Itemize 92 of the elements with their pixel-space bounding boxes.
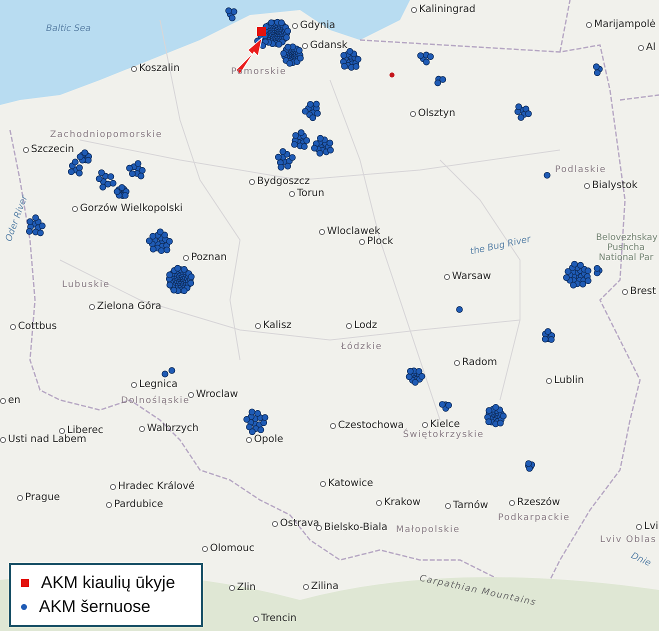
city-label: Wloclawek [327,226,380,237]
case-dot-cluster [594,265,602,276]
city-label: Katowice [328,478,374,489]
city-label: Cottbus [18,321,57,332]
city-label: Torun [297,188,324,199]
region-label: Podkarpackie [498,514,570,524]
case-dot-cluster [68,158,83,176]
case-dot-cluster [162,367,176,378]
case-dot-cluster [484,404,507,428]
city-label: Koszalin [139,63,180,74]
region-label: Dolnośląskie [121,397,190,407]
city-label: Szczecin [31,144,74,155]
city-label: Gdynia [300,20,336,31]
city-label: Warsaw [452,271,492,282]
city-label: Lodz [354,320,378,331]
case-dot-cluster [434,76,446,86]
city-label: Trencin [261,613,297,624]
case-dot-cluster [514,103,532,121]
city-label: Czestochowa [338,420,404,431]
city-label: Kielce [430,419,460,430]
case-dot-cluster [438,401,452,412]
case-dot-cluster [542,328,556,343]
city-label: Gorzów Wielkopolski [80,203,183,214]
city-label: Tarnów [453,500,488,511]
case-dot-cluster [26,214,46,236]
case-dot-cluster [456,306,463,313]
case-dot-cluster [544,172,550,179]
legend-label: AKM kiaulių ūkyje [41,573,176,593]
farm-case-marker [257,27,266,36]
region-label: Świętokrzyskie [403,431,484,441]
city-label: Al [646,42,656,53]
region-label: Pomorskie [231,68,287,78]
water-label: Baltic Sea [46,25,91,35]
case-dot-cluster [166,264,195,294]
region-label: Zachodniopomorskie [50,131,162,141]
city-label: Prague [25,492,60,503]
city-label: Poznan [191,252,227,263]
city-label: Rzeszów [517,497,560,508]
case-dot-cluster [146,228,173,254]
city-label: Wroclaw [196,389,238,400]
city-label: Kalisz [263,320,292,331]
case-dot-cluster [340,48,362,71]
case-dot-cluster [280,43,304,67]
city-label: Liberec [67,425,104,436]
water-label: Oder River [5,194,31,244]
city-label: Legnica [139,379,178,390]
city-label: Opole [254,434,284,445]
city-label: Lvi [644,521,658,532]
water-label: Dnie [628,552,652,570]
city-label: Lublin [554,375,584,386]
city-label: Bialystok [592,180,638,191]
case-dot-cluster [525,460,536,472]
region-label: Lviv Oblas [600,536,657,546]
region-label: Łódzkie [341,343,382,353]
region-label: Małopolskie [396,526,460,536]
city-label: Kaliningrad [419,4,476,15]
case-dot-cluster [291,129,310,150]
legend-label: AKM šernuose [39,597,150,617]
city-label: Pardubice [114,499,164,510]
city-label: Usti nad Labem [8,434,86,445]
case-dot-cluster [76,149,92,164]
case-dot-cluster [406,368,426,386]
region-label: Podlaskie [555,166,606,176]
city-label: Brest [630,286,656,297]
case-dot-cluster [311,134,334,157]
city-label: en [8,395,20,406]
case-dot [390,72,394,78]
city-label: Olsztyn [418,108,456,119]
city-label: Plock [367,236,394,247]
case-dot-cluster [592,63,603,76]
case-dot-cluster [563,260,592,288]
case-dot-cluster [274,148,296,171]
city-label: Zielona Góra [97,301,162,312]
city-label: Zlin [237,582,256,593]
case-dot-cluster [225,7,238,22]
region-label: Lubuskie [62,281,110,291]
city-label: Bielsko-Biala [324,522,388,533]
case-dot-cluster [243,408,268,436]
city-label: Marijampolė [594,19,656,30]
city-label: Gdansk [310,40,348,51]
city-label: Bydgoszcz [257,176,310,187]
city-label: Hradec Králové [118,481,195,492]
city-label: Krakow [384,497,421,508]
city-label: Zilina [311,581,339,592]
city-label: Olomouc [210,543,254,554]
water-label: the Bug River [470,236,532,258]
city-label: Walbrzych [147,423,199,434]
case-dot-cluster [302,100,321,122]
city-label: Ostrava [280,518,320,529]
case-dot-cluster [417,52,434,66]
case-dot-cluster [126,160,146,180]
city-label: Radom [462,357,498,368]
